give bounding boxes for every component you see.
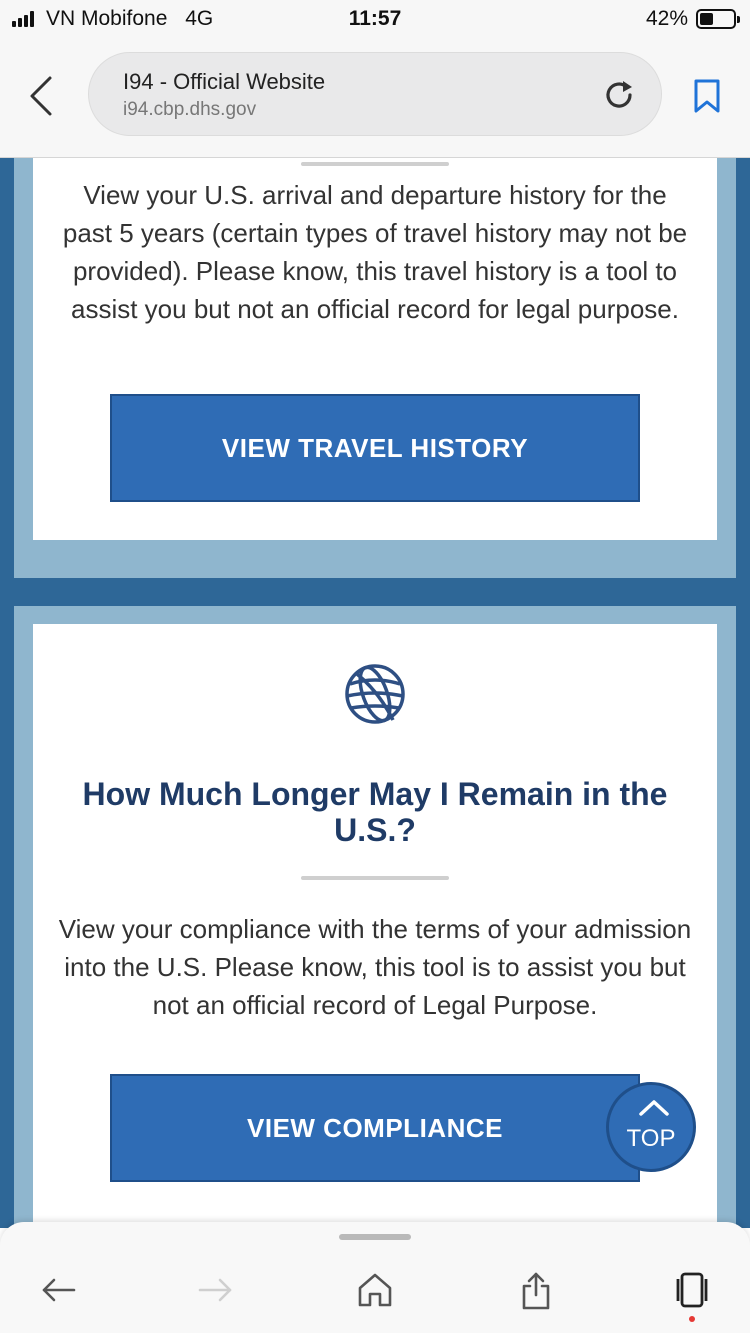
battery-percent: 42% (645, 7, 688, 30)
chevron-left-icon[interactable] (22, 74, 62, 118)
chevron-up-icon (639, 1100, 669, 1116)
section-divider (301, 162, 449, 166)
travel-history-section: View your U.S. arrival and departure his… (14, 158, 736, 578)
tabs-icon[interactable] (672, 1270, 712, 1310)
url-host: i94.cbp.dhs.gov (123, 99, 257, 120)
section-title: How Much Longer May I Remain in the U.S.… (82, 776, 668, 848)
section-divider (301, 876, 449, 880)
reload-icon[interactable] (601, 77, 637, 113)
page-content: View your U.S. arrival and departure his… (0, 158, 750, 1228)
page-title: I94 - Official Website (123, 69, 326, 94)
globe-icon (345, 664, 405, 724)
battery-level (700, 13, 713, 25)
battery-icon (696, 9, 740, 29)
status-bar: VN Mobifone 4G 11:57 42% (0, 0, 750, 40)
tabs-indicator-dot (689, 1316, 695, 1322)
address-bar[interactable]: I94 - Official Website i94.cbp.dhs.gov (88, 52, 662, 136)
view-travel-history-button[interactable]: VIEW TRAVEL HISTORY (110, 394, 640, 502)
share-icon[interactable] (516, 1270, 556, 1310)
forward-arrow-icon[interactable] (196, 1270, 236, 1310)
toolbar-grabber[interactable] (339, 1234, 411, 1240)
bookmark-icon[interactable] (690, 78, 724, 114)
travel-history-card: View your U.S. arrival and departure his… (33, 158, 717, 540)
scroll-top-button[interactable]: TOP (606, 1082, 696, 1172)
back-arrow-icon[interactable] (38, 1270, 78, 1310)
status-time: 11:57 (348, 7, 402, 30)
home-icon[interactable] (355, 1270, 395, 1310)
scroll-top-label: TOP (626, 1125, 676, 1152)
view-compliance-button[interactable]: VIEW COMPLIANCE (110, 1074, 640, 1182)
bottom-toolbar (0, 1222, 750, 1333)
compliance-description: View your compliance with the terms of y… (58, 914, 692, 1020)
browser-toolbar: I94 - Official Website i94.cbp.dhs.gov (0, 40, 750, 158)
travel-history-description: View your U.S. arrival and departure his… (62, 180, 688, 324)
